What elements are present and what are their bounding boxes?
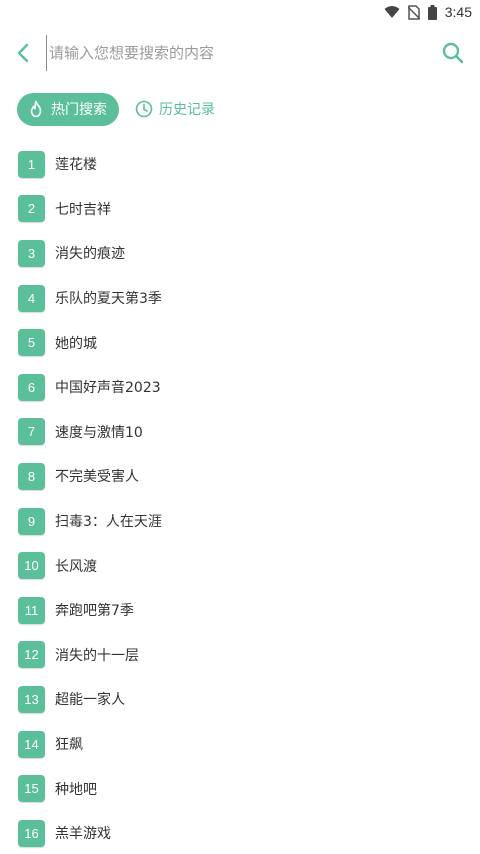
flame-icon (27, 100, 45, 118)
rank-badge: 8 (18, 462, 45, 490)
rank-badge: 12 (18, 641, 45, 669)
list-item[interactable]: 16 羔羊游戏 (0, 811, 480, 854)
item-title: 奔跑吧第7季 (55, 603, 134, 620)
item-title: 七时吉祥 (55, 201, 111, 218)
list-item[interactable]: 15 种地吧 (0, 766, 480, 811)
rank-badge: 10 (18, 552, 45, 580)
item-title: 消失的十一层 (55, 647, 139, 664)
rank-badge: 2 (18, 195, 45, 223)
item-title: 超能一家人 (55, 692, 125, 709)
item-title: 中国好声音2023 (55, 380, 161, 397)
list-item[interactable]: 4 乐队的夏天第3季 (0, 276, 480, 321)
item-title: 羔羊游戏 (55, 826, 111, 843)
tab-hot-search[interactable]: 热门搜索 (17, 92, 119, 126)
list-item[interactable]: 12 消失的十一层 (0, 633, 480, 678)
item-title: 乐队的夏天第3季 (55, 291, 162, 308)
list-item[interactable]: 3 消失的痕迹 (0, 231, 480, 276)
rank-badge: 3 (18, 239, 45, 267)
item-title: 她的城 (55, 335, 97, 352)
hot-search-list: 1 莲花楼 2 七时吉祥 3 消失的痕迹 4 乐队的夏天第3季 5 她的城 6 中国好声音2… (0, 142, 480, 854)
clock-icon (135, 100, 153, 118)
rank-badge: 14 (18, 730, 45, 758)
rank-badge: 11 (18, 596, 45, 624)
rank-badge: 5 (18, 329, 45, 357)
rank-badge: 4 (18, 284, 45, 312)
rank-badge: 6 (18, 373, 45, 401)
search-button[interactable] (430, 30, 476, 76)
item-title: 长风渡 (55, 558, 97, 575)
list-item[interactable]: 5 她的城 (0, 320, 480, 365)
back-arrow-icon (17, 43, 29, 63)
search-tabs: 热门搜索 历史记录 (17, 92, 217, 126)
item-title: 种地吧 (55, 781, 97, 798)
tab-history-label: 历史记录 (159, 102, 215, 118)
rank-badge: 13 (18, 685, 45, 713)
list-item[interactable]: 13 超能一家人 (0, 677, 480, 722)
rank-badge: 9 (18, 507, 45, 535)
list-item[interactable]: 14 狂飙 (0, 722, 480, 767)
list-item[interactable]: 1 莲花楼 (0, 142, 480, 187)
screen: 3:45 热门搜索 (0, 0, 480, 854)
search-icon (442, 42, 464, 64)
list-item[interactable]: 7 速度与激情10 (0, 410, 480, 455)
rank-badge: 16 (18, 819, 45, 847)
item-title: 速度与激情10 (55, 424, 143, 441)
wifi-icon (384, 5, 400, 19)
battery-icon (427, 4, 437, 20)
list-item[interactable]: 6 中国好声音2023 (0, 365, 480, 410)
item-title: 扫毒3：人在天涯 (55, 514, 162, 531)
tab-hot-search-label: 热门搜索 (51, 102, 107, 118)
rank-badge: 15 (18, 775, 45, 803)
status-time: 3:45 (444, 4, 472, 20)
tab-history[interactable]: 历史记录 (133, 93, 217, 126)
list-item[interactable]: 10 长风渡 (0, 543, 480, 588)
search-input[interactable] (46, 35, 430, 71)
no-sim-icon (407, 4, 420, 20)
item-title: 狂飙 (55, 737, 83, 754)
item-title: 消失的痕迹 (55, 246, 125, 263)
status-bar: 3:45 (0, 0, 480, 24)
search-bar (0, 30, 480, 76)
rank-badge: 1 (18, 150, 45, 178)
list-item[interactable]: 8 不完美受害人 (0, 454, 480, 499)
item-title: 不完美受害人 (55, 469, 139, 486)
list-item[interactable]: 11 奔跑吧第7季 (0, 588, 480, 633)
list-item[interactable]: 2 七时吉祥 (0, 187, 480, 232)
rank-badge: 7 (18, 418, 45, 446)
list-item[interactable]: 9 扫毒3：人在天涯 (0, 499, 480, 544)
back-button[interactable] (0, 30, 46, 76)
item-title: 莲花楼 (55, 157, 97, 174)
